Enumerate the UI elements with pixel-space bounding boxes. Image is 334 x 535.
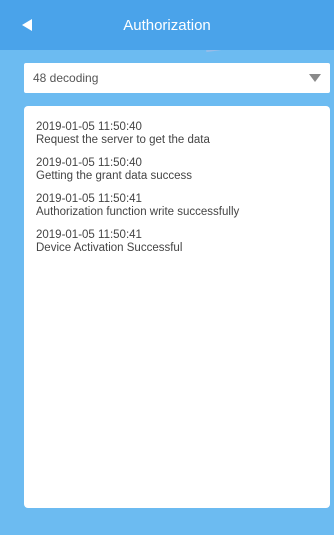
log-entry: 2019-01-05 11:50:41 Authorization functi… [36,193,316,219]
decoding-select-value: 48 decoding [33,71,99,85]
log-message: Getting the grant data success [36,170,192,182]
log-message: Authorization function write successfull… [36,206,240,218]
log-timestamp: 2019-01-05 11:50:40 [36,157,142,169]
log-entry: 2019-01-05 11:50:40 Request the server t… [36,121,316,147]
log-timestamp: 2019-01-05 11:50:40 [36,121,142,133]
log-timestamp: 2019-01-05 11:50:41 [36,229,142,241]
log-timestamp: 2019-01-05 11:50:41 [36,193,142,205]
log-message: Device Activation Successful [36,242,183,254]
log-entry: 2019-01-05 11:50:40 Getting the grant da… [36,157,316,183]
log-entry: 2019-01-05 11:50:41 Device Activation Su… [36,229,316,255]
back-button[interactable] [14,12,40,38]
decoding-select[interactable]: 48 decoding [24,63,330,93]
log-panel: 2019-01-05 11:50:40 Request the server t… [24,106,330,508]
app-screen: Authorization 48 decoding 2019-01-05 11:… [0,0,334,535]
page-title: Authorization [123,17,211,34]
back-arrow-icon [22,19,32,31]
chevron-down-icon [309,74,321,82]
log-message: Request the server to get the data [36,134,210,146]
app-header: Authorization [0,0,334,50]
